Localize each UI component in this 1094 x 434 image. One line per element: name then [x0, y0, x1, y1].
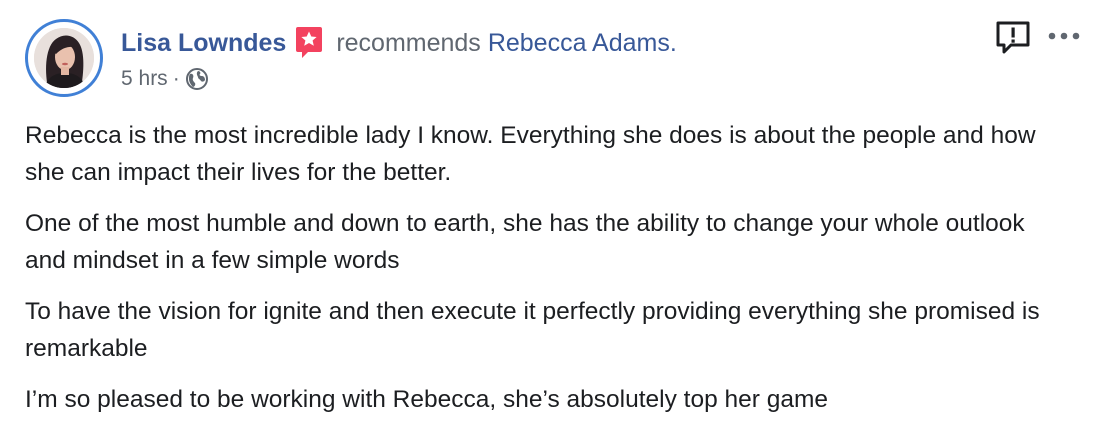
post-header: Lisa Lowndes recommends Rebecca Adams. [121, 26, 677, 60]
avatar[interactable] [25, 19, 103, 97]
post-paragraph: I’m so pleased to be working with Rebecc… [25, 386, 829, 413]
report-button[interactable] [993, 18, 1033, 58]
star-badge-icon [294, 26, 324, 60]
globe-icon[interactable] [185, 67, 209, 91]
meta-separator: · [172, 67, 180, 90]
post-paragraph: One of the most humble and down to earth… [25, 210, 1025, 274]
post-body: Rebecca is the most incredible lady I kn… [25, 117, 1065, 432]
post-paragraph: To have the vision for ignite and then e… [25, 298, 1040, 362]
author-name[interactable]: Lisa Lowndes [121, 29, 286, 58]
post-meta: 5 hrs · [121, 64, 209, 94]
post-paragraph: Rebecca is the most incredible lady I kn… [25, 122, 1036, 186]
recommended-page-link[interactable]: Rebecca Adams. [488, 29, 677, 58]
more-options-icon [1048, 32, 1080, 40]
more-options-button[interactable] [1046, 24, 1082, 48]
recommends-label: recommends [336, 28, 481, 57]
recommendation-post: Lisa Lowndes recommends Rebecca Adams. 5… [0, 0, 1094, 434]
avatar-photo [34, 28, 94, 88]
post-timestamp[interactable]: 5 hrs [121, 67, 168, 91]
report-icon [996, 21, 1030, 54]
